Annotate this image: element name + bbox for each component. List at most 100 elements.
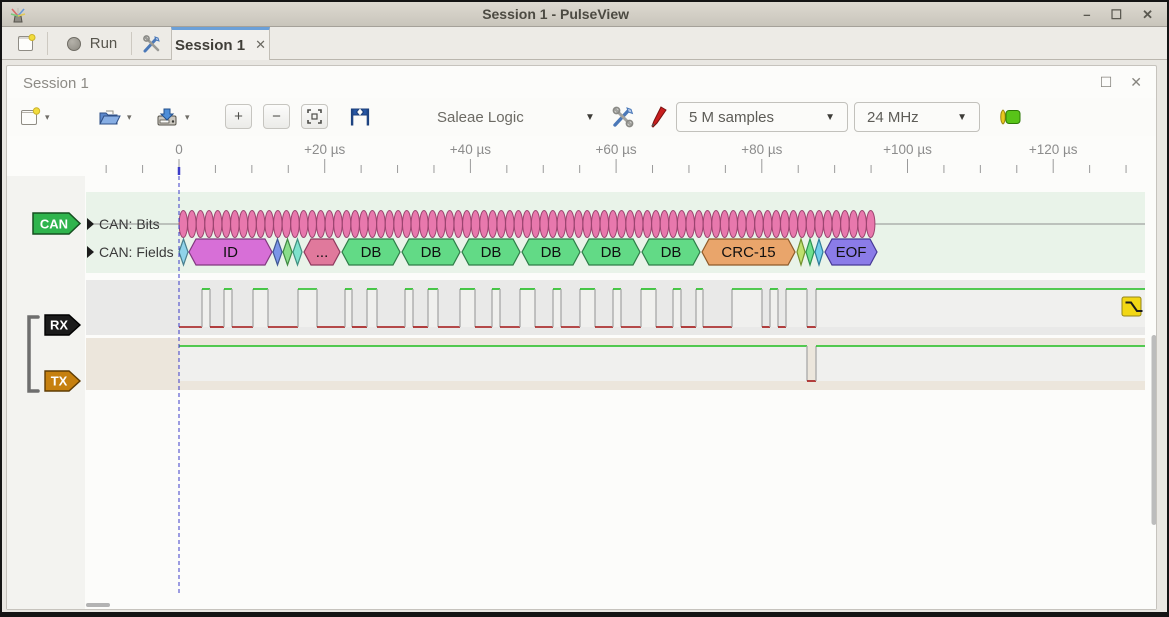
show-cursors-button[interactable]	[347, 102, 373, 132]
bit-annotation[interactable]	[531, 211, 539, 238]
device-config-button[interactable]	[609, 102, 637, 132]
bit-annotation[interactable]	[557, 211, 565, 238]
bit-annotation[interactable]	[334, 211, 342, 238]
bit-annotation[interactable]	[420, 211, 428, 238]
bit-annotation[interactable]	[325, 211, 333, 238]
channels-button[interactable]	[645, 102, 671, 132]
run-button[interactable]: Run	[54, 29, 130, 58]
bit-annotation[interactable]	[866, 211, 874, 238]
bit-annotation[interactable]	[617, 211, 625, 238]
device-select-label[interactable]: Saleae Logic	[437, 102, 524, 132]
trigger-marker[interactable]	[1122, 297, 1143, 316]
subwindow-maximize-button[interactable]: ☐	[1100, 74, 1113, 91]
bit-annotation[interactable]	[385, 211, 393, 238]
bit-annotation[interactable]	[781, 211, 789, 238]
bit-annotation[interactable]	[566, 211, 574, 238]
bit-annotation[interactable]	[196, 211, 204, 238]
bit-annotation[interactable]	[213, 211, 221, 238]
bit-annotation[interactable]	[377, 211, 385, 238]
bit-annotation[interactable]	[626, 211, 634, 238]
bit-annotation[interactable]	[437, 211, 445, 238]
sample-rate-select[interactable]: 24 MHz ▼	[854, 102, 980, 132]
close-button[interactable]: ✕	[1142, 8, 1153, 21]
bit-annotation[interactable]	[643, 211, 651, 238]
bit-annotation[interactable]	[428, 211, 436, 238]
bit-annotation[interactable]	[445, 211, 453, 238]
bit-annotation[interactable]	[274, 211, 282, 238]
bit-annotation[interactable]	[600, 211, 608, 238]
bit-annotation[interactable]	[239, 211, 247, 238]
bit-annotation[interactable]	[360, 211, 368, 238]
bit-annotation[interactable]	[523, 211, 531, 238]
bit-annotation[interactable]	[806, 211, 814, 238]
bit-annotation[interactable]	[308, 211, 316, 238]
bit-annotation[interactable]	[729, 211, 737, 238]
bit-annotation[interactable]	[763, 211, 771, 238]
bit-annotation[interactable]	[824, 211, 832, 238]
bit-annotation[interactable]	[351, 211, 359, 238]
bit-annotation[interactable]	[231, 211, 239, 238]
bit-annotation[interactable]	[480, 211, 488, 238]
zoom-out-button[interactable]: −	[263, 104, 290, 129]
bit-annotation[interactable]	[342, 211, 350, 238]
new-session-button[interactable]	[8, 29, 44, 58]
subwindow-close-button[interactable]: ✕	[1130, 74, 1142, 91]
bit-annotation[interactable]	[841, 211, 849, 238]
bit-annotation[interactable]	[789, 211, 797, 238]
bit-annotation[interactable]	[514, 211, 522, 238]
bit-annotation[interactable]	[317, 211, 325, 238]
bit-annotation[interactable]	[574, 211, 582, 238]
bit-annotation[interactable]	[506, 211, 514, 238]
bit-annotation[interactable]	[256, 211, 264, 238]
tab-close-icon[interactable]: ✕	[255, 37, 266, 53]
bit-annotation[interactable]	[299, 211, 307, 238]
horizontal-scrollbar[interactable]	[86, 603, 110, 607]
open-dropdown[interactable]: ▾	[127, 102, 132, 132]
minimize-button[interactable]: –	[1083, 8, 1090, 21]
bit-annotation[interactable]	[832, 211, 840, 238]
bit-annotation[interactable]	[858, 211, 866, 238]
vertical-scrollbar[interactable]	[1152, 335, 1157, 525]
bit-annotation[interactable]	[282, 211, 290, 238]
zoom-in-button[interactable]: +	[225, 104, 252, 129]
bit-annotation[interactable]	[471, 211, 479, 238]
bit-annotation[interactable]	[815, 211, 823, 238]
bit-annotation[interactable]	[798, 211, 806, 238]
save-dropdown[interactable]: ▾	[185, 102, 190, 132]
trace-view[interactable]: 0+20 µs+40 µs+60 µs+80 µs+100 µs+120 µsC…	[7, 136, 1156, 609]
bit-annotation[interactable]	[222, 211, 230, 238]
bit-annotation[interactable]	[669, 211, 677, 238]
bit-annotation[interactable]	[368, 211, 376, 238]
bit-annotation[interactable]	[720, 211, 728, 238]
new-view-button[interactable]	[17, 102, 43, 132]
bit-annotation[interactable]	[660, 211, 668, 238]
maximize-button[interactable]: ☐	[1110, 8, 1122, 21]
bit-annotation[interactable]	[686, 211, 694, 238]
settings-button[interactable]	[135, 29, 169, 58]
bit-annotation[interactable]	[549, 211, 557, 238]
new-view-dropdown[interactable]: ▾	[45, 102, 50, 132]
bit-annotation[interactable]	[652, 211, 660, 238]
bit-annotation[interactable]	[677, 211, 685, 238]
bit-annotation[interactable]	[703, 211, 711, 238]
bit-annotation[interactable]	[248, 211, 256, 238]
can-bits-annotations[interactable]	[179, 211, 875, 238]
bit-annotation[interactable]	[454, 211, 462, 238]
bit-annotation[interactable]	[583, 211, 591, 238]
bit-annotation[interactable]	[849, 211, 857, 238]
bit-annotation[interactable]	[746, 211, 754, 238]
bit-annotation[interactable]	[712, 211, 720, 238]
trace-canvas[interactable]: 0+20 µs+40 µs+60 µs+80 µs+100 µs+120 µsC…	[7, 136, 1156, 609]
open-button[interactable]	[95, 102, 123, 132]
sample-count-select[interactable]: 5 M samples ▼	[676, 102, 848, 132]
bit-annotation[interactable]	[772, 211, 780, 238]
bit-annotation[interactable]	[394, 211, 402, 238]
tab-session-1[interactable]: Session 1 ✕	[171, 27, 270, 60]
bit-annotation[interactable]	[738, 211, 746, 238]
bit-annotation[interactable]	[592, 211, 600, 238]
add-decoder-button[interactable]	[995, 102, 1025, 132]
bit-annotation[interactable]	[402, 211, 410, 238]
bit-annotation[interactable]	[188, 211, 196, 238]
device-select-arrow[interactable]: ▼	[585, 102, 595, 132]
bit-annotation[interactable]	[411, 211, 419, 238]
